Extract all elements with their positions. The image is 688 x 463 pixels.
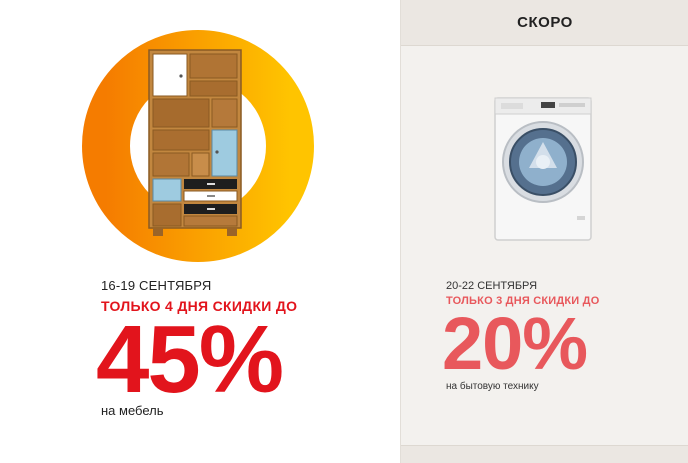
appliances-sale-dates: 20-22 СЕНТЯБРЯ bbox=[446, 280, 538, 292]
furniture-discount-percent: 45% bbox=[96, 306, 284, 413]
bottom-strip bbox=[401, 445, 688, 463]
washing-machine-icon bbox=[494, 97, 592, 241]
furniture-sale-caption: на мебель bbox=[101, 403, 164, 418]
soon-header: СКОРО bbox=[401, 0, 688, 46]
appliances-promo-card[interactable]: СКОРО 20-22 СЕНТЯБРЯ ТОЛЬКО 3 ДНЯ СКИДКИ… bbox=[400, 0, 688, 463]
promo-page: 16-19 СЕНТЯБРЯ ТОЛЬКО 4 ДНЯ СКИДКИ ДО 45… bbox=[0, 0, 688, 463]
appliances-discount-percent: 20% bbox=[442, 302, 588, 385]
appliances-sale-caption: на бытовую технику bbox=[446, 381, 539, 392]
furniture-sale-dates: 16-19 СЕНТЯБРЯ bbox=[101, 278, 212, 293]
bookcase-icon bbox=[148, 49, 242, 236]
furniture-promo-card[interactable]: 16-19 СЕНТЯБРЯ ТОЛЬКО 4 ДНЯ СКИДКИ ДО 45… bbox=[0, 0, 400, 463]
